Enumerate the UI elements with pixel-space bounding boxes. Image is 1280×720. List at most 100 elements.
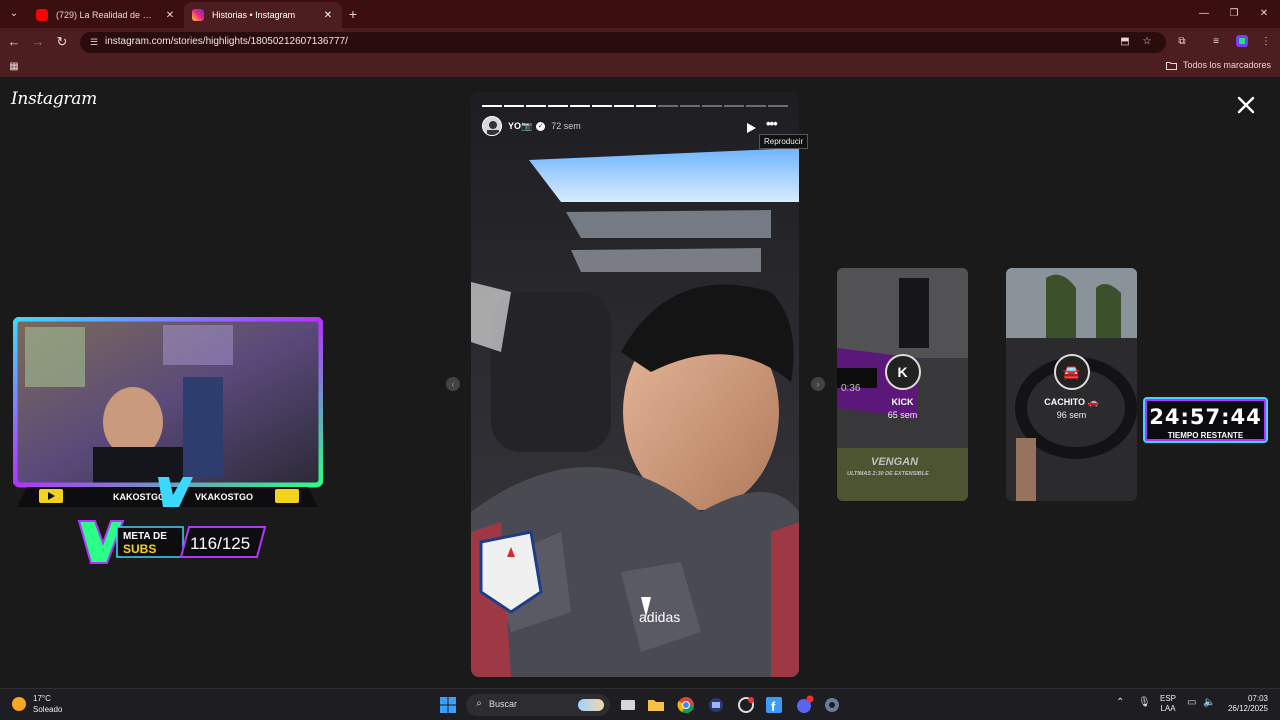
progress-segment [680, 105, 700, 107]
previous-story-button[interactable]: ‹ [446, 377, 460, 391]
subs-goal-widget: META DE SUBS 116/125 [77, 520, 267, 564]
profile-icon[interactable] [1234, 34, 1250, 50]
side-story-avatar: 🚘 [1053, 354, 1090, 390]
camera-emoji: 📷 [521, 120, 533, 131]
tab-search-icon[interactable]: ⌄ [6, 6, 22, 22]
countdown-timer: 24:57:44 TIEMPO RESTANTE [1143, 397, 1268, 443]
task-view-icon[interactable] [618, 695, 638, 715]
story-progress-bar [482, 105, 788, 107]
timer-value: 24:57:44 [1149, 405, 1262, 429]
browser-toolbar: ← → ↻ ☰ instagram.com/stories/highlights… [0, 28, 1280, 56]
side-story-kick[interactable]: 0:36 VENGAN ULTIMAS 2:30 DE EXTENSIBLE K… [837, 268, 968, 501]
side-story-time: 96 sem [1056, 410, 1087, 420]
stories-viewer: Instagram KAKOSTGO VKAKOSTGO META DE SUB… [0, 79, 1280, 688]
url-text[interactable]: instagram.com/stories/highlights/1805021… [105, 36, 348, 47]
back-button[interactable]: ← [4, 32, 24, 52]
side-story-name: KICK [891, 397, 914, 407]
subs-label-top: META DE [123, 531, 167, 542]
play-icon[interactable] [745, 122, 757, 134]
tab-label: Historias • Instagram [212, 10, 296, 20]
progress-segment [482, 105, 502, 107]
address-bar[interactable]: ☰ instagram.com/stories/highlights/18050… [80, 32, 1166, 53]
reload-button[interactable]: ↻ [52, 32, 72, 52]
timer-label: TIEMPO RESTANTE [1167, 431, 1244, 440]
tab-instagram[interactable]: Historias • Instagram ✕ [184, 2, 342, 28]
car-emoji: 🚗 [1087, 397, 1099, 407]
subs-count: 116/125 [190, 534, 250, 553]
progress-segment [570, 105, 590, 107]
menu-icon[interactable]: ⋮ [1258, 34, 1274, 50]
windows-start-icon[interactable] [438, 695, 458, 715]
story-username[interactable]: YO📷 [508, 121, 532, 132]
volume-icon[interactable]: 🔈 [1203, 697, 1215, 708]
input-language[interactable]: ESP LAA [1160, 694, 1176, 714]
tray-chevron-icon[interactable]: ⌃ [1116, 697, 1124, 708]
story-card[interactable]: adidas YO📷 ✓ 72 sem ••• [471, 92, 799, 677]
svg-text:adidas: adidas [639, 609, 680, 625]
streaming-app-icon[interactable] [736, 695, 756, 715]
cam-left-label: KAKOSTGO [113, 492, 165, 502]
search-placeholder: Buscar [489, 699, 518, 709]
all-bookmarks-button[interactable]: Todos los marcadores [1165, 60, 1271, 70]
taskbar: 17°C Soleado ⌕ Buscar f ⌃ 🎙 ESP LAA ▭ 🔈 … [0, 688, 1280, 720]
progress-segment [768, 105, 788, 107]
story-image: adidas [471, 92, 799, 677]
weather-desc: Soleado [33, 705, 63, 714]
network-icon[interactable]: ▭ [1187, 697, 1196, 708]
media-control-icon[interactable]: ≡ [1208, 34, 1224, 50]
subs-label-bottom: SUBS [123, 542, 156, 556]
weather-widget[interactable]: 17°C Soleado [12, 693, 62, 715]
app-icon[interactable] [706, 695, 726, 715]
tab-youtube[interactable]: (729) La Realidad de República ✕ [28, 2, 184, 28]
all-bookmarks-label: Todos los marcadores [1182, 60, 1271, 70]
discord-icon[interactable] [794, 695, 814, 715]
side-story-time: 65 sem [887, 410, 918, 420]
side-story-cachito[interactable]: 🚘 CACHITO 🚗 96 sem [1006, 268, 1137, 501]
install-app-icon[interactable]: ⬒ [1118, 35, 1132, 49]
extensions-icon[interactable]: ⧉ [1174, 34, 1190, 50]
close-window-button[interactable]: ✕ [1246, 4, 1280, 24]
forward-button[interactable]: → [28, 32, 48, 52]
system-clock[interactable]: 07:03 26/12/2025 [1226, 694, 1268, 714]
play-tooltip: Reproducir [759, 134, 809, 149]
instagram-icon [192, 9, 204, 21]
weather-temp: 17°C [33, 694, 51, 703]
progress-segment [636, 105, 656, 107]
apps-grid-icon[interactable]: ▦ [7, 60, 21, 74]
verified-badge-icon: ✓ [536, 121, 546, 131]
site-info-icon[interactable]: ☰ [87, 35, 101, 49]
close-icon[interactable] [1234, 93, 1258, 117]
side-story-name: CACHITO 🚗 [1044, 397, 1099, 407]
progress-segment [724, 105, 744, 107]
search-highlight-icon [578, 699, 604, 711]
chrome-icon[interactable] [676, 695, 696, 715]
cam-right-label: VKAKOSTGO [195, 492, 253, 502]
file-explorer-icon[interactable] [646, 695, 666, 715]
svg-text:f: f [771, 699, 776, 714]
new-tab-button[interactable]: + [344, 5, 362, 23]
side-story-avatar: K [884, 354, 921, 390]
more-options-icon[interactable]: ••• [766, 117, 782, 133]
tab-strip: ⌄ (729) La Realidad de República ✕ Histo… [0, 0, 1280, 28]
bookmarks-bar: ▦ Todos los marcadores [0, 56, 1280, 78]
sun-icon [12, 697, 26, 711]
progress-segment [658, 105, 678, 107]
story-header: YO📷 ✓ 72 sem [482, 116, 788, 136]
tab-close-icon[interactable]: ✕ [322, 10, 334, 21]
progress-segment [592, 105, 612, 107]
tab-label: (729) La Realidad de República [56, 10, 156, 20]
tab-close-icon[interactable]: ✕ [164, 10, 176, 21]
instagram-logo[interactable]: Instagram [11, 89, 97, 109]
next-story-button[interactable]: › [811, 377, 825, 391]
progress-segment [614, 105, 634, 107]
bookmark-star-icon[interactable]: ☆ [1140, 35, 1154, 49]
story-time: 72 sem [551, 121, 581, 131]
microphone-icon[interactable]: 🎙 [1138, 697, 1151, 708]
taskbar-search[interactable]: ⌕ Buscar [466, 694, 610, 716]
youtube-icon [36, 9, 48, 21]
story-avatar[interactable] [482, 116, 502, 136]
settings-gear-icon[interactable] [822, 695, 842, 715]
progress-segment [526, 105, 546, 107]
search-icon: ⌕ [476, 698, 482, 709]
facebook-icon[interactable]: f [764, 695, 784, 715]
